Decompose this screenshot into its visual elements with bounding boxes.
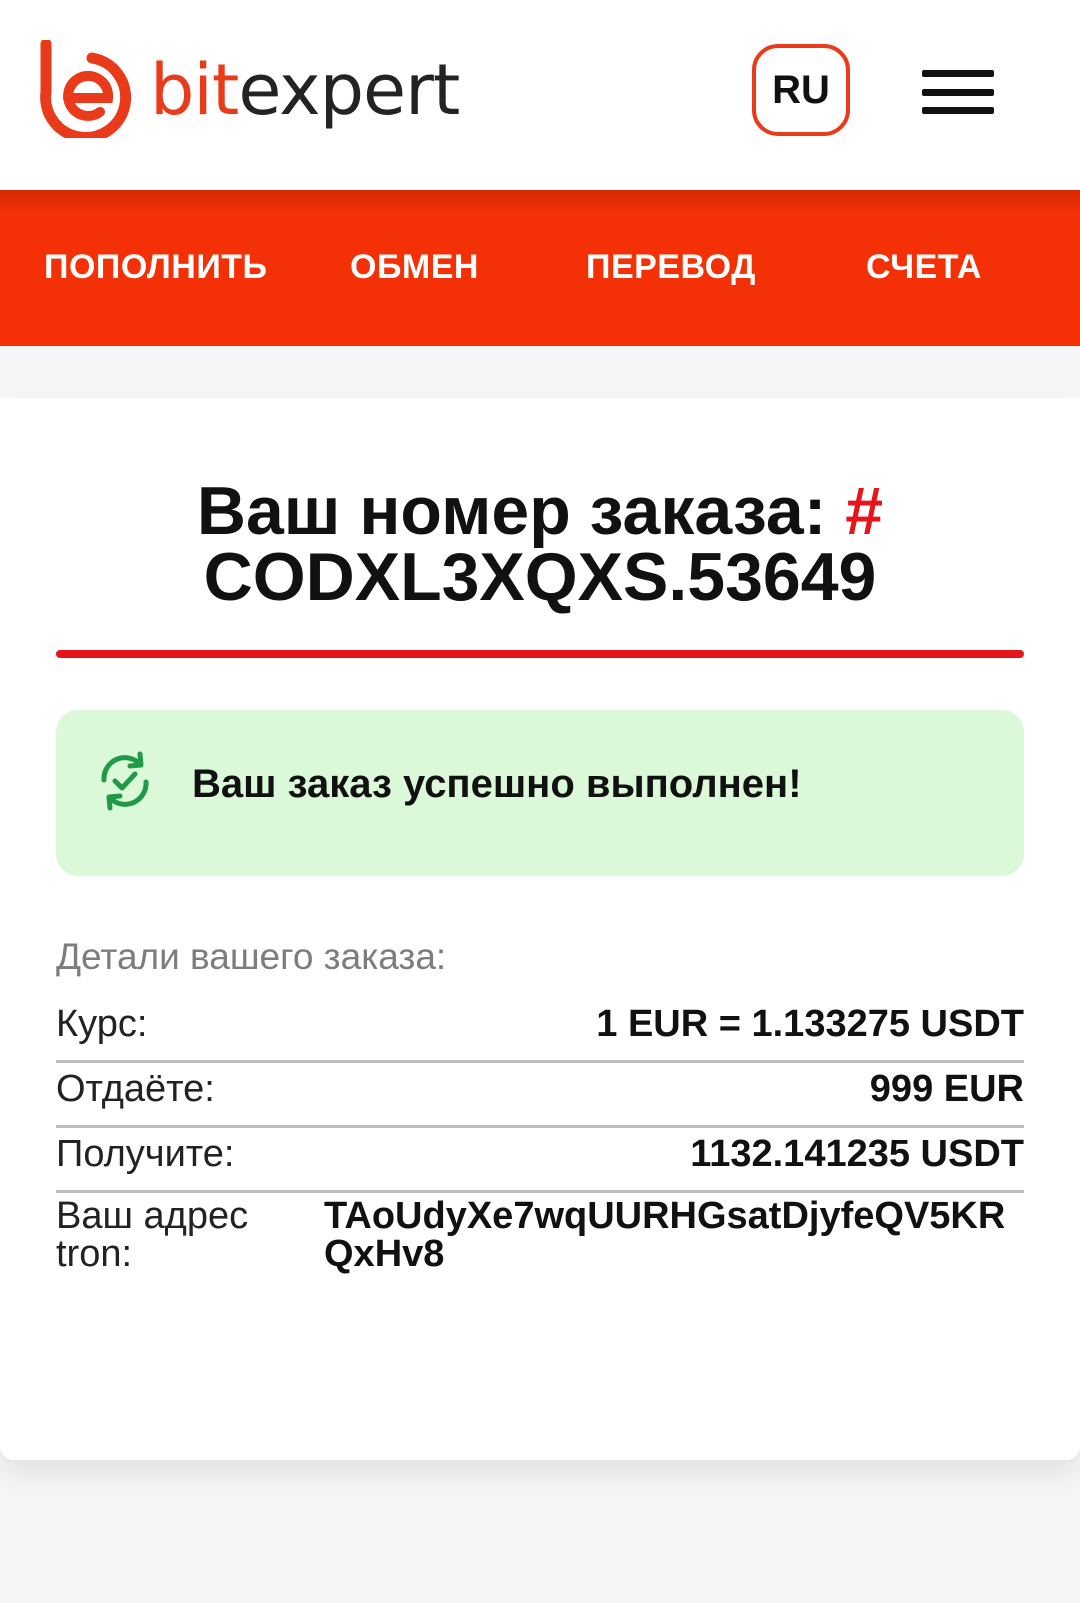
order-number: CODXL3XQXS.53649: [203, 539, 877, 615]
main-nav: ПОПОЛНИТЬ ОБМЕН ПЕРЕВОД СЧЕТА: [0, 190, 1080, 346]
order-hash: #: [845, 473, 884, 549]
site-header: bitexpert RU: [0, 0, 1080, 190]
order-card: Ваш номер заказа: # CODXL3XQXS.53649 Ваш…: [0, 398, 1080, 1460]
detail-label: Получите:: [56, 1133, 235, 1175]
details-heading: Детали вашего заказа:: [56, 936, 447, 977]
logo-wordmark: bitexpert: [150, 55, 460, 125]
logo-text-bit: bit: [150, 49, 239, 131]
tron-address-value[interactable]: TAoUdyXe7wqUURHGsatDjyfeQV5KRQxHv8: [324, 1197, 1024, 1273]
detail-row-receive: Получите: 1132.141235 USDT: [56, 1128, 1024, 1193]
language-switch-button[interactable]: RU: [752, 44, 850, 136]
nav-item-topup[interactable]: ПОПОЛНИТЬ: [44, 248, 267, 287]
menu-bar: [922, 88, 994, 96]
order-details-table: Курс: 1 EUR = 1.133275 USDT Отдаёте: 999…: [56, 998, 1024, 1273]
success-message: Ваш заказ успешно выполнен!: [192, 762, 802, 806]
detail-label: Отдаёте:: [56, 1068, 215, 1110]
order-title-prefix: Ваш номер заказа:: [196, 473, 846, 549]
detail-value: 1132.141235 USDT: [690, 1133, 1024, 1175]
detail-value: 999 EUR: [869, 1068, 1024, 1110]
nav-item-accounts[interactable]: СЧЕТА: [866, 248, 982, 287]
success-banner: Ваш заказ успешно выполнен!: [56, 710, 1024, 876]
nav-item-transfer[interactable]: ПЕРЕВОД: [586, 248, 756, 287]
detail-row-give: Отдаёте: 999 EUR: [56, 1063, 1024, 1128]
site-logo[interactable]: bitexpert: [40, 40, 460, 138]
detail-label: Ваш адрес tron:: [56, 1195, 249, 1275]
detail-value: 1 EUR = 1.133275 USDT: [596, 1003, 1024, 1045]
bitexpert-logo-icon: [40, 40, 132, 138]
order-title: Ваш номер заказа: # CODXL3XQXS.53649: [0, 477, 1080, 611]
detail-row-address: Ваш адрес tron: TAoUdyXe7wqUURHGsatDjyfe…: [56, 1193, 1024, 1273]
title-divider: [56, 650, 1024, 658]
menu-bar: [922, 107, 994, 114]
nav-item-exchange[interactable]: ОБМЕН: [350, 248, 479, 287]
logo-text-expert: expert: [238, 49, 460, 131]
refresh-check-icon: [101, 751, 149, 811]
menu-bar: [922, 70, 994, 77]
hamburger-menu-icon[interactable]: [922, 70, 994, 114]
detail-row-rate: Курс: 1 EUR = 1.133275 USDT: [56, 998, 1024, 1063]
detail-label: Курс:: [56, 1003, 148, 1045]
